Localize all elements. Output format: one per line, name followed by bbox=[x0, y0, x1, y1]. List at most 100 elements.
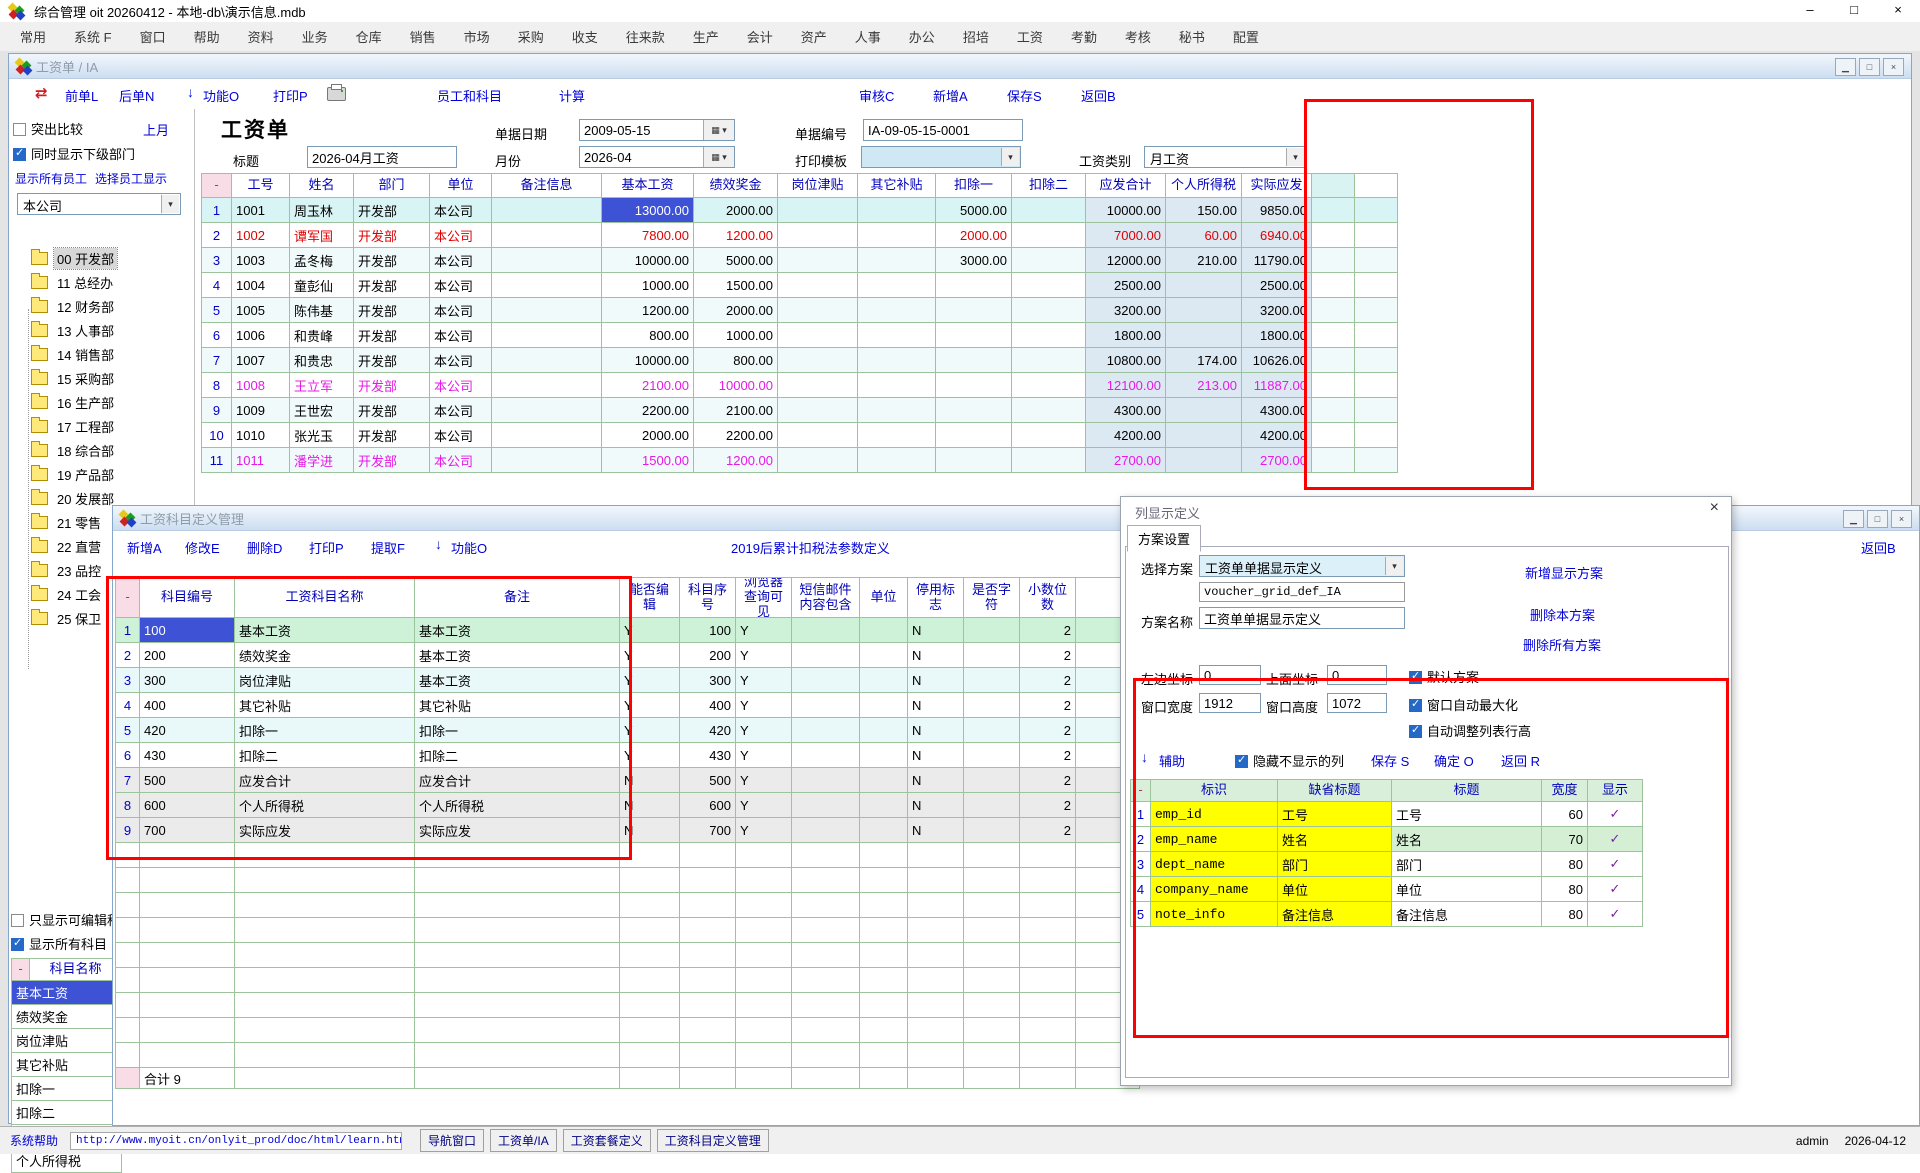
salary-cell[interactable] bbox=[492, 373, 602, 398]
salary-cell[interactable] bbox=[1355, 323, 1398, 348]
subject-cell[interactable]: Y bbox=[736, 668, 792, 693]
salary-cell[interactable]: 开发部 bbox=[354, 348, 430, 373]
month-field[interactable]: ▦ ▾ bbox=[579, 146, 735, 168]
salary-cell[interactable]: 9850.00 bbox=[1242, 198, 1312, 223]
subject-cell[interactable]: 400 bbox=[140, 693, 235, 718]
subject-cell[interactable] bbox=[860, 818, 908, 843]
menu-item-市场[interactable]: 市场 bbox=[450, 27, 504, 46]
salary-cell[interactable]: 开发部 bbox=[354, 248, 430, 273]
salary-cell[interactable]: 1002 bbox=[232, 223, 290, 248]
salary-cell[interactable]: 10626.00 bbox=[1242, 348, 1312, 373]
salary-cell[interactable]: 4200.00 bbox=[1242, 423, 1312, 448]
salary-row[interactable]: 101010张光玉开发部本公司2000.002200.004200.004200… bbox=[202, 423, 1398, 448]
subject-cell[interactable]: 实际应发 bbox=[415, 818, 620, 843]
salary-cell[interactable]: 1200.00 bbox=[602, 298, 694, 323]
subject-cell[interactable] bbox=[792, 668, 860, 693]
subject-cell[interactable] bbox=[964, 693, 1020, 718]
salary-cell[interactable]: 150.00 bbox=[1166, 198, 1242, 223]
subject-col-header[interactable]: 科目编号 bbox=[140, 578, 235, 618]
subject-cell[interactable]: 100 bbox=[140, 618, 235, 643]
subject-col-header[interactable]: - bbox=[116, 578, 140, 618]
subject-cell[interactable] bbox=[860, 618, 908, 643]
salary-cell[interactable] bbox=[778, 348, 858, 373]
salary-cell[interactable]: 1008 bbox=[232, 373, 290, 398]
salary-cell[interactable]: 2500.00 bbox=[1242, 273, 1312, 298]
tree-item-21[interactable]: 21 零售 bbox=[21, 512, 104, 532]
menu-item-销售[interactable]: 销售 bbox=[396, 27, 450, 46]
subject-list-item[interactable]: 岗位津贴 bbox=[12, 1029, 122, 1053]
salary-cell[interactable] bbox=[936, 273, 1012, 298]
subject-cell[interactable]: N bbox=[620, 768, 680, 793]
col-shown-check[interactable]: ✓ bbox=[1588, 877, 1643, 902]
col-default-title-cell[interactable]: 备注信息 bbox=[1278, 902, 1392, 927]
salary-cell[interactable]: 1200.00 bbox=[694, 223, 778, 248]
subject-cell[interactable]: Y bbox=[620, 643, 680, 668]
salary-cell[interactable]: 和贵忠 bbox=[290, 348, 354, 373]
col-shown-check[interactable]: ✓ bbox=[1588, 852, 1643, 877]
salary-minimize-button[interactable]: ▁ bbox=[1835, 58, 1856, 76]
subject-cell[interactable] bbox=[860, 693, 908, 718]
salary-cell[interactable] bbox=[936, 348, 1012, 373]
salary-cell[interactable]: 本公司 bbox=[430, 298, 492, 323]
tree-item-15[interactable]: 15 采购部 bbox=[21, 368, 117, 388]
salary-cell[interactable]: 6940.00 bbox=[1242, 223, 1312, 248]
salary-cell[interactable]: 12100.00 bbox=[1086, 373, 1166, 398]
subject-cell[interactable] bbox=[860, 768, 908, 793]
tree-item-25[interactable]: 25 保卫 bbox=[21, 608, 104, 628]
salary-cell[interactable] bbox=[492, 348, 602, 373]
salary-cell[interactable]: 本公司 bbox=[430, 273, 492, 298]
salary-cell[interactable]: 周玉林 bbox=[290, 198, 354, 223]
subject-cell[interactable] bbox=[964, 618, 1020, 643]
subject-cell[interactable]: 430 bbox=[140, 743, 235, 768]
menu-item-资产[interactable]: 资产 bbox=[787, 27, 841, 46]
subject-row[interactable]: 9700实际应发实际应发N700YN2 bbox=[116, 818, 1140, 843]
default-scheme-checkbox[interactable]: 默认方案 bbox=[1409, 667, 1479, 686]
salary-cell[interactable] bbox=[1166, 448, 1242, 473]
salary-row[interactable]: 71007和贵忠开发部本公司10000.00800.0010800.00174.… bbox=[202, 348, 1398, 373]
dialog-col-header[interactable]: 显示 bbox=[1588, 780, 1643, 802]
subject-delete-button[interactable]: 删除D bbox=[247, 538, 282, 557]
subject-back-button[interactable]: 返回B bbox=[1861, 538, 1896, 557]
salary-cell[interactable] bbox=[492, 448, 602, 473]
save-button[interactable]: 保存S bbox=[1007, 86, 1042, 105]
subject-row[interactable]: 8600个人所得税个人所得税N600YN2 bbox=[116, 793, 1140, 818]
subject-cell[interactable]: 基本工资 bbox=[235, 618, 415, 643]
tree-item-14[interactable]: 14 销售部 bbox=[21, 344, 117, 364]
salary-cell[interactable] bbox=[1312, 273, 1355, 298]
subject-minimize-button[interactable]: ▁ bbox=[1843, 510, 1864, 528]
salary-cell[interactable]: 2700.00 bbox=[1086, 448, 1166, 473]
salary-cell[interactable] bbox=[1312, 198, 1355, 223]
subject-col-header[interactable]: 浏览器查询可见 bbox=[736, 578, 792, 618]
subject-cell[interactable]: 基本工资 bbox=[415, 618, 620, 643]
tree-item-12[interactable]: 12 财务部 bbox=[21, 296, 117, 316]
salary-cell[interactable] bbox=[936, 323, 1012, 348]
salary-cell[interactable] bbox=[778, 248, 858, 273]
salary-cell[interactable]: 1500.00 bbox=[602, 448, 694, 473]
salary-row[interactable]: 111011潘学进开发部本公司1500.001200.002700.002700… bbox=[202, 448, 1398, 473]
subject-cell[interactable]: 300 bbox=[680, 668, 736, 693]
tree-item-20[interactable]: 20 发展部 bbox=[21, 488, 117, 508]
subject-cell[interactable]: N bbox=[908, 743, 964, 768]
salary-cell[interactable]: 1011 bbox=[232, 448, 290, 473]
salary-cell[interactable]: 1500.00 bbox=[694, 273, 778, 298]
salary-window-titlebar[interactable]: 工资单 / IA bbox=[9, 54, 1911, 79]
subject-cell[interactable] bbox=[792, 618, 860, 643]
subject-cell[interactable]: 200 bbox=[680, 643, 736, 668]
salary-cell[interactable]: 1006 bbox=[232, 323, 290, 348]
salary-cell[interactable]: 1009 bbox=[232, 398, 290, 423]
subject-cell[interactable]: Y bbox=[736, 618, 792, 643]
salary-cell[interactable]: 1000.00 bbox=[694, 323, 778, 348]
printer-icon[interactable] bbox=[327, 87, 346, 101]
salary-cell[interactable] bbox=[1312, 423, 1355, 448]
col-id-cell[interactable]: company_name bbox=[1151, 877, 1278, 902]
salary-col-header[interactable]: 基本工资 bbox=[602, 174, 694, 198]
salary-col-header[interactable]: 其它补贴 bbox=[858, 174, 936, 198]
salary-cell[interactable] bbox=[1166, 273, 1242, 298]
salary-cell[interactable]: 3000.00 bbox=[936, 248, 1012, 273]
salary-cell[interactable]: 10000.00 bbox=[602, 248, 694, 273]
salary-cell[interactable]: 2000.00 bbox=[694, 298, 778, 323]
subject-cell[interactable]: Y bbox=[736, 718, 792, 743]
salary-row[interactable]: 21002谭军国开发部本公司7800.001200.002000.007000.… bbox=[202, 223, 1398, 248]
status-window-button-4[interactable]: 工资科目定义管理 bbox=[657, 1129, 769, 1152]
subject-cell[interactable]: 420 bbox=[140, 718, 235, 743]
